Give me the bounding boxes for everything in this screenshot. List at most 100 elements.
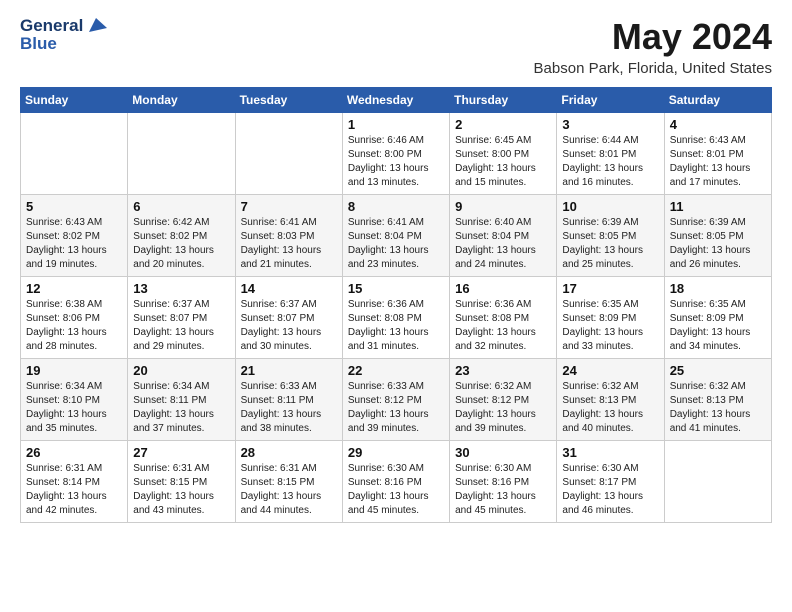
- day-detail: Sunrise: 6:39 AMSunset: 8:05 PMDaylight:…: [562, 216, 658, 272]
- day-detail: Sunrise: 6:37 AMSunset: 8:07 PMDaylight:…: [133, 298, 229, 354]
- day-detail: Sunrise: 6:45 AMSunset: 8:00 PMDaylight:…: [455, 134, 551, 190]
- calendar-cell: 1 Sunrise: 6:46 AMSunset: 8:00 PMDaylight…: [342, 113, 449, 195]
- day-number: 16: [455, 281, 551, 296]
- day-detail: Sunrise: 6:46 AMSunset: 8:00 PMDaylight:…: [348, 134, 444, 190]
- day-number: 11: [670, 199, 766, 214]
- calendar-cell: 21 Sunrise: 6:33 AMSunset: 8:11 PMDayligh…: [235, 359, 342, 441]
- calendar-week-5: 26 Sunrise: 6:31 AMSunset: 8:14 PMDayligh…: [21, 441, 772, 523]
- calendar-cell: [128, 113, 235, 195]
- day-detail: Sunrise: 6:33 AMSunset: 8:12 PMDaylight:…: [348, 380, 444, 436]
- day-detail: Sunrise: 6:37 AMSunset: 8:07 PMDaylight:…: [241, 298, 337, 354]
- day-number: 20: [133, 363, 229, 378]
- day-detail: Sunrise: 6:43 AMSunset: 8:02 PMDaylight:…: [26, 216, 122, 272]
- calendar-table: SundayMondayTuesdayWednesdayThursdayFrid…: [20, 87, 772, 523]
- weekday-header-tuesday: Tuesday: [235, 88, 342, 113]
- day-detail: Sunrise: 6:44 AMSunset: 8:01 PMDaylight:…: [562, 134, 658, 190]
- day-number: 27: [133, 445, 229, 460]
- calendar-cell: 17Sunrise: 6:35 AMSunset: 8:09 PMDayligh…: [557, 277, 664, 359]
- weekday-header-sunday: Sunday: [21, 88, 128, 113]
- day-number: 23: [455, 363, 551, 378]
- day-detail: Sunrise: 6:30 AMSunset: 8:16 PMDaylight:…: [455, 462, 551, 518]
- calendar-cell: 23 Sunrise: 6:32 AMSunset: 8:12 PMDayligh…: [450, 359, 557, 441]
- calendar-subtitle: Babson Park, Florida, United States: [534, 60, 772, 77]
- calendar-cell: 3 Sunrise: 6:44 AMSunset: 8:01 PMDaylight…: [557, 113, 664, 195]
- calendar-cell: 12Sunrise: 6:38 AMSunset: 8:06 PMDayligh…: [21, 277, 128, 359]
- day-detail: Sunrise: 6:42 AMSunset: 8:02 PMDaylight:…: [133, 216, 229, 272]
- day-detail: Sunrise: 6:34 AMSunset: 8:11 PMDaylight:…: [133, 380, 229, 436]
- day-number: 3: [562, 117, 658, 132]
- day-detail: Sunrise: 6:36 AMSunset: 8:08 PMDaylight:…: [455, 298, 551, 354]
- calendar-cell: 7 Sunrise: 6:41 AMSunset: 8:03 PMDaylight…: [235, 195, 342, 277]
- day-number: 26: [26, 445, 122, 460]
- calendar-cell: 6 Sunrise: 6:42 AMSunset: 8:02 PMDaylight…: [128, 195, 235, 277]
- calendar-title: May 2024: [534, 16, 772, 58]
- day-number: 31: [562, 445, 658, 460]
- calendar-cell: 31 Sunrise: 6:30 AMSunset: 8:17 PMDayligh…: [557, 441, 664, 523]
- calendar-cell: [21, 113, 128, 195]
- day-number: 7: [241, 199, 337, 214]
- weekday-header-friday: Friday: [557, 88, 664, 113]
- weekday-header-wednesday: Wednesday: [342, 88, 449, 113]
- calendar-cell: 8Sunrise: 6:41 AMSunset: 8:04 PMDaylight…: [342, 195, 449, 277]
- calendar-cell: 22 Sunrise: 6:33 AMSunset: 8:12 PMDayligh…: [342, 359, 449, 441]
- day-detail: Sunrise: 6:36 AMSunset: 8:08 PMDaylight:…: [348, 298, 444, 354]
- day-detail: Sunrise: 6:34 AMSunset: 8:10 PMDaylight:…: [26, 380, 122, 436]
- day-number: 1: [348, 117, 444, 132]
- calendar-cell: 10 Sunrise: 6:39 AMSunset: 8:05 PMDayligh…: [557, 195, 664, 277]
- day-detail: Sunrise: 6:35 AMSunset: 8:09 PMDaylight:…: [562, 298, 658, 354]
- calendar-cell: 28 Sunrise: 6:31 AMSunset: 8:15 PMDayligh…: [235, 441, 342, 523]
- day-number: 29: [348, 445, 444, 460]
- day-number: 30: [455, 445, 551, 460]
- calendar-cell: [664, 441, 771, 523]
- day-detail: Sunrise: 6:32 AMSunset: 8:13 PMDaylight:…: [562, 380, 658, 436]
- day-number: 2: [455, 117, 551, 132]
- calendar-week-4: 19 Sunrise: 6:34 AMSunset: 8:10 PMDayligh…: [21, 359, 772, 441]
- calendar-cell: 5 Sunrise: 6:43 AMSunset: 8:02 PMDaylight…: [21, 195, 128, 277]
- day-detail: Sunrise: 6:31 AMSunset: 8:14 PMDaylight:…: [26, 462, 122, 518]
- day-detail: Sunrise: 6:30 AMSunset: 8:17 PMDaylight:…: [562, 462, 658, 518]
- day-detail: Sunrise: 6:41 AMSunset: 8:04 PMDaylight:…: [348, 216, 444, 272]
- weekday-header-saturday: Saturday: [664, 88, 771, 113]
- day-number: 28: [241, 445, 337, 460]
- day-number: 6: [133, 199, 229, 214]
- day-number: 24: [562, 363, 658, 378]
- day-number: 19: [26, 363, 122, 378]
- calendar-cell: 15 Sunrise: 6:36 AMSunset: 8:08 PMDayligh…: [342, 277, 449, 359]
- day-detail: Sunrise: 6:32 AMSunset: 8:12 PMDaylight:…: [455, 380, 551, 436]
- calendar-cell: 26 Sunrise: 6:31 AMSunset: 8:14 PMDayligh…: [21, 441, 128, 523]
- calendar-cell: 11 Sunrise: 6:39 AMSunset: 8:05 PMDayligh…: [664, 195, 771, 277]
- weekday-header-row: SundayMondayTuesdayWednesdayThursdayFrid…: [21, 88, 772, 113]
- day-detail: Sunrise: 6:41 AMSunset: 8:03 PMDaylight:…: [241, 216, 337, 272]
- day-number: 13: [133, 281, 229, 296]
- calendar-week-1: 1 Sunrise: 6:46 AMSunset: 8:00 PMDaylight…: [21, 113, 772, 195]
- logo-icon: [85, 14, 107, 36]
- calendar-week-3: 12Sunrise: 6:38 AMSunset: 8:06 PMDayligh…: [21, 277, 772, 359]
- day-number: 10: [562, 199, 658, 214]
- weekday-header-monday: Monday: [128, 88, 235, 113]
- day-detail: Sunrise: 6:43 AMSunset: 8:01 PMDaylight:…: [670, 134, 766, 190]
- day-number: 21: [241, 363, 337, 378]
- calendar-cell: 9Sunrise: 6:40 AMSunset: 8:04 PMDaylight…: [450, 195, 557, 277]
- page-header: General Blue May 2024 Babson Park, Flori…: [20, 16, 772, 77]
- day-number: 15: [348, 281, 444, 296]
- day-number: 25: [670, 363, 766, 378]
- calendar-cell: 24 Sunrise: 6:32 AMSunset: 8:13 PMDayligh…: [557, 359, 664, 441]
- day-detail: Sunrise: 6:31 AMSunset: 8:15 PMDaylight:…: [241, 462, 337, 518]
- day-detail: Sunrise: 6:39 AMSunset: 8:05 PMDaylight:…: [670, 216, 766, 272]
- weekday-header-thursday: Thursday: [450, 88, 557, 113]
- day-number: 22: [348, 363, 444, 378]
- calendar-header: SundayMondayTuesdayWednesdayThursdayFrid…: [21, 88, 772, 113]
- day-number: 18: [670, 281, 766, 296]
- logo: General Blue: [20, 16, 107, 54]
- calendar-cell: 25Sunrise: 6:32 AMSunset: 8:13 PMDayligh…: [664, 359, 771, 441]
- day-detail: Sunrise: 6:38 AMSunset: 8:06 PMDaylight:…: [26, 298, 122, 354]
- calendar-cell: 30 Sunrise: 6:30 AMSunset: 8:16 PMDayligh…: [450, 441, 557, 523]
- day-number: 14: [241, 281, 337, 296]
- calendar-cell: 18Sunrise: 6:35 AMSunset: 8:09 PMDayligh…: [664, 277, 771, 359]
- day-number: 5: [26, 199, 122, 214]
- logo-line2: Blue: [20, 34, 107, 54]
- day-detail: Sunrise: 6:33 AMSunset: 8:11 PMDaylight:…: [241, 380, 337, 436]
- calendar-cell: 29Sunrise: 6:30 AMSunset: 8:16 PMDayligh…: [342, 441, 449, 523]
- logo-text: General: [20, 17, 83, 36]
- calendar-cell: 14 Sunrise: 6:37 AMSunset: 8:07 PMDayligh…: [235, 277, 342, 359]
